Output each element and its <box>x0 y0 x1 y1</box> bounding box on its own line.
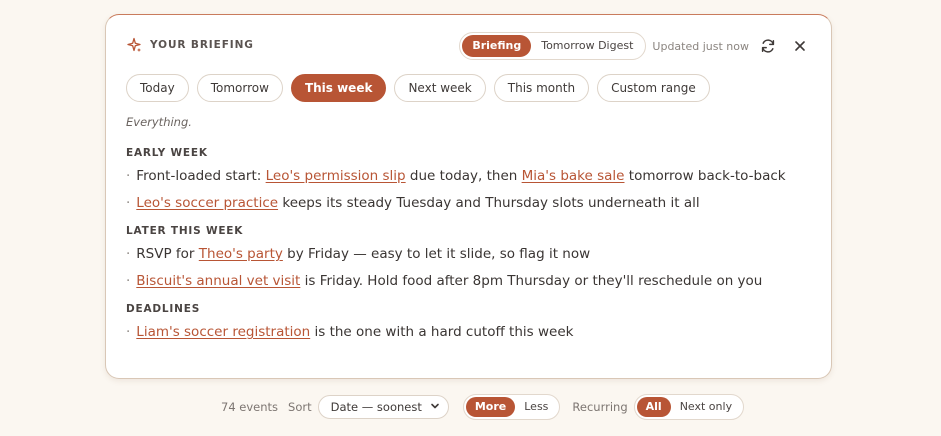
briefing-subtitle: Everything. <box>126 115 192 129</box>
tab-tomorrow[interactable]: Tomorrow <box>196 74 283 102</box>
section-title: LATER THIS WEEK <box>126 225 244 237</box>
briefing-header: YOUR BRIEFING <box>126 37 254 53</box>
item-text: keeps its steady Tuesday and Thursday sl… <box>278 195 700 211</box>
briefing-item: · Front-loaded start: Leo's permission sl… <box>126 166 816 186</box>
briefing-content: EARLY WEEK · Front-loaded start: Leo's pe… <box>126 147 816 354</box>
mode-toggle: Briefing Tomorrow Digest <box>459 32 647 60</box>
header-controls: Briefing Tomorrow Digest Updated just no… <box>459 32 809 60</box>
item-text: by Friday — easy to let it slide, so fla… <box>282 246 591 262</box>
event-count: 74 events <box>221 400 279 414</box>
event-link[interactable]: Biscuit's annual vet visit <box>136 273 300 289</box>
event-link[interactable]: Leo's soccer practice <box>136 195 278 211</box>
tab-this-month[interactable]: This month <box>493 74 590 102</box>
item-text: Front-loaded start: <box>136 168 266 184</box>
bullet-dot: · <box>126 246 131 262</box>
bullet-dot: · <box>126 168 131 184</box>
briefing-title: YOUR BRIEFING <box>150 39 254 51</box>
sort-value: Date — soonest <box>330 400 422 414</box>
briefing-item: · Biscuit's annual vet visit is Friday. H… <box>126 271 816 291</box>
section-later-this-week: LATER THIS WEEK · RSVP for Theo's party b… <box>126 225 816 291</box>
event-link[interactable]: Leo's permission slip <box>266 168 406 184</box>
tab-today[interactable]: Today <box>126 74 189 102</box>
sort-label: Sort <box>288 400 312 414</box>
item-text: RSVP for <box>136 246 199 262</box>
density-less-button[interactable]: Less <box>515 397 557 417</box>
event-link[interactable]: Mia's bake sale <box>522 168 625 184</box>
tab-custom-range[interactable]: Custom range <box>597 74 710 102</box>
item-text: due today, then <box>405 168 522 184</box>
section-deadlines: DEADLINES · Liam's soccer registration is… <box>126 303 816 342</box>
item-text: is the one with a hard cutoff this week <box>310 324 574 340</box>
recurring-toggle: All Next only <box>633 394 745 420</box>
density-toggle: More Less <box>462 394 561 420</box>
briefing-card: YOUR BRIEFING Briefing Tomorrow Digest U… <box>105 14 832 379</box>
range-tabs: Today Tomorrow This week Next week This … <box>126 74 710 102</box>
density-more-button[interactable]: More <box>465 397 516 417</box>
briefing-item: · Leo's soccer practice keeps its steady … <box>126 193 816 213</box>
section-title: DEADLINES <box>126 303 201 315</box>
bullet-dot: · <box>126 324 131 340</box>
list-controls: 74 events Sort Date — soonest More Less … <box>221 394 745 420</box>
bullet-dot: · <box>126 195 131 211</box>
tab-next-week[interactable]: Next week <box>394 74 486 102</box>
briefing-item: · Liam's soccer registration is the one w… <box>126 322 816 342</box>
event-link[interactable]: Theo's party <box>199 246 283 262</box>
bullet-dot: · <box>126 273 131 289</box>
recurring-label: Recurring <box>572 400 628 414</box>
updated-status: Updated just now <box>652 39 749 53</box>
refresh-icon[interactable] <box>759 37 777 55</box>
event-link[interactable]: Liam's soccer registration <box>136 324 310 340</box>
briefing-item: · RSVP for Theo's party by Friday — easy … <box>126 244 816 264</box>
chevron-down-icon <box>430 396 440 418</box>
section-early-week: EARLY WEEK · Front-loaded start: Leo's pe… <box>126 147 816 213</box>
tab-this-week[interactable]: This week <box>290 74 387 102</box>
close-icon[interactable] <box>791 37 809 55</box>
recurring-next-only-button[interactable]: Next only <box>671 397 741 417</box>
mode-briefing-button[interactable]: Briefing <box>462 35 532 57</box>
section-title: EARLY WEEK <box>126 147 208 159</box>
item-text: tomorrow back-to-back <box>624 168 786 184</box>
mode-tomorrow-digest-button[interactable]: Tomorrow Digest <box>531 35 643 57</box>
recurring-all-button[interactable]: All <box>636 397 671 417</box>
sparkle-icon <box>126 37 142 53</box>
sort-select[interactable]: Date — soonest <box>317 395 449 419</box>
item-text: is Friday. Hold food after 8pm Thursday … <box>300 273 763 289</box>
